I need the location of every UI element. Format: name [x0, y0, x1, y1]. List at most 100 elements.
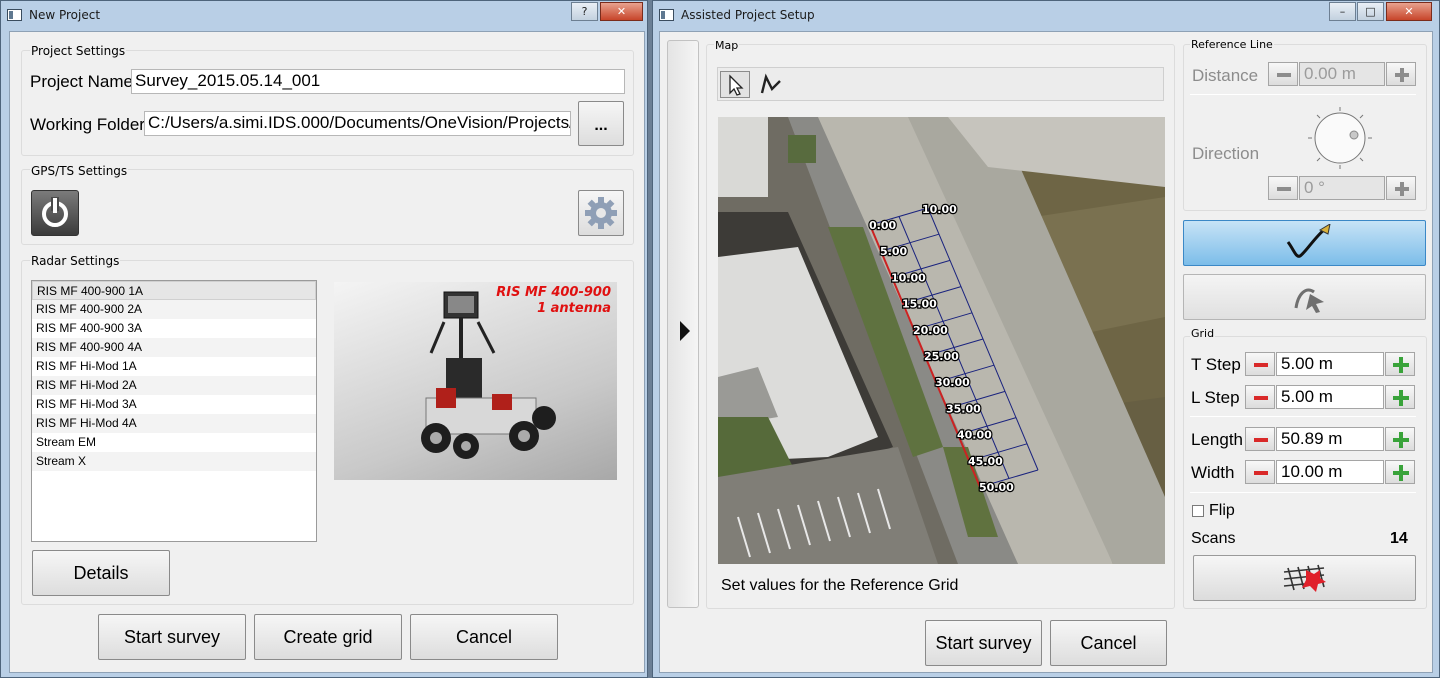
distance-spinbox: 0.00 m [1268, 62, 1416, 86]
gear-icon [585, 197, 617, 229]
width-spinbox[interactable]: 10.00 m [1245, 460, 1415, 484]
title-bar[interactable]: New Project ? ✕ [1, 1, 647, 31]
length-decrement[interactable] [1245, 427, 1275, 451]
grid-top-label: 10.00 [922, 203, 957, 216]
assisted-setup-client: Map 0.00 5.00 10.00 15.00 20.00 25.00 30… [659, 31, 1433, 673]
length-increment[interactable] [1385, 427, 1415, 451]
polyline-tool-button[interactable] [756, 71, 786, 98]
l-step-label: L Step [1191, 388, 1240, 407]
grid-separator-2 [1190, 492, 1416, 493]
create-grid-button[interactable]: Create grid [254, 614, 402, 660]
maximize-button[interactable]: □ [1357, 2, 1384, 21]
new-project-window: New Project ? ✕ Project Settings Project… [0, 0, 648, 678]
radar-list-item[interactable]: RIS MF Hi-Mod 4A [32, 414, 316, 433]
flip-checkbox[interactable] [1192, 505, 1204, 517]
expand-arrow-icon [680, 321, 690, 341]
browse-button-label: ... [594, 117, 608, 134]
minus-icon [1254, 363, 1268, 367]
start-survey-button[interactable]: Start survey [98, 614, 246, 660]
draw-reference-button[interactable] [1183, 220, 1426, 266]
window-title: Assisted Project Setup [681, 8, 815, 22]
distance-decrement [1268, 62, 1298, 86]
radar-list-item[interactable]: RIS MF 400-900 4A [32, 338, 316, 357]
l-step-increment[interactable] [1385, 385, 1415, 409]
window-title: New Project [29, 8, 101, 22]
pen-line-icon [1286, 224, 1331, 258]
map-status-text: Set values for the Reference Grid [721, 577, 959, 594]
scans-value: 14 [1390, 530, 1408, 547]
minus-icon [1254, 471, 1268, 475]
radar-list-item[interactable]: RIS MF 400-900 2A [32, 300, 316, 319]
width-increment[interactable] [1385, 460, 1415, 484]
side-panel-toggle[interactable] [667, 40, 699, 608]
map-canvas[interactable]: 0.00 5.00 10.00 15.00 20.00 25.00 30.00 35.00 40… [718, 117, 1165, 564]
title-bar[interactable]: Assisted Project Setup – □ ✕ [653, 1, 1439, 31]
select-tool-button[interactable] [720, 71, 750, 98]
radar-cart-illustration [421, 291, 556, 459]
length-spinbox[interactable]: 50.89 m [1245, 427, 1415, 451]
details-button[interactable]: Details [32, 550, 170, 596]
details-button-label: Details [73, 563, 129, 583]
assisted-setup-window: Assisted Project Setup – □ ✕ Map 0.00 5.… [652, 0, 1440, 678]
start-survey-button[interactable]: Start survey [925, 620, 1042, 666]
power-button[interactable] [31, 190, 79, 236]
reference-separator [1190, 94, 1416, 95]
direction-label: Direction [1192, 144, 1260, 163]
cancel-button[interactable]: Cancel [410, 614, 558, 660]
l-step-decrement[interactable] [1245, 385, 1275, 409]
radar-list-item[interactable]: RIS MF Hi-Mod 2A [32, 376, 316, 395]
working-folder-input[interactable]: C:/Users/a.simi.IDS.000/Documents/OneVis… [144, 111, 571, 136]
radar-list-item[interactable]: RIS MF Hi-Mod 1A [32, 357, 316, 376]
plus-icon [1393, 432, 1409, 448]
plus-icon [1395, 182, 1409, 196]
gps-settings-button[interactable] [578, 190, 624, 236]
radar-list-item[interactable]: RIS MF 400-900 3A [32, 319, 316, 338]
working-folder-label: Working Folder [30, 115, 145, 134]
width-decrement[interactable] [1245, 460, 1275, 484]
t-step-value[interactable]: 5.00 m [1276, 352, 1384, 376]
plus-icon [1393, 390, 1409, 406]
project-name-input[interactable]: Survey_2015.05.14_001 [131, 69, 625, 94]
project-name-label: Project Name [30, 72, 133, 91]
browse-button[interactable]: ... [578, 101, 624, 146]
distance-increment [1386, 62, 1416, 86]
minus-icon [1254, 396, 1268, 400]
t-step-spinbox[interactable]: 5.00 m [1245, 352, 1415, 376]
cancel-button[interactable]: Cancel [1050, 620, 1167, 666]
radar-list-item[interactable]: Stream X [32, 452, 316, 471]
l-step-value[interactable]: 5.00 m [1276, 385, 1384, 409]
close-button[interactable]: ✕ [600, 2, 643, 21]
close-button[interactable]: ✕ [1386, 2, 1432, 21]
reference-line-label: Reference Line [1190, 38, 1274, 51]
grid-label: 25.00 [924, 350, 959, 363]
radar-list-item[interactable]: Stream EM [32, 433, 316, 452]
direction-decrement [1268, 176, 1298, 200]
t-step-decrement[interactable] [1245, 352, 1275, 376]
flip-label[interactable]: Flip [1209, 502, 1235, 520]
minus-icon [1254, 438, 1268, 442]
direction-increment [1386, 176, 1416, 200]
radar-list[interactable]: RIS MF 400-900 1A RIS MF 400-900 2A RIS MF… [31, 280, 317, 542]
width-label: Width [1191, 463, 1235, 482]
radar-list-item[interactable]: RIS MF Hi-Mod 3A [32, 395, 316, 414]
edit-cursor-button[interactable] [1183, 274, 1426, 320]
grid-generate-button[interactable] [1193, 555, 1416, 601]
window-icon [7, 9, 22, 21]
help-button[interactable]: ? [571, 2, 598, 21]
t-step-increment[interactable] [1385, 352, 1415, 376]
grid-delete-icon [1283, 564, 1326, 592]
direction-value: 0 ° [1299, 176, 1385, 200]
radar-list-item[interactable]: RIS MF 400-900 1A [32, 281, 316, 300]
gps-settings-label: GPS/TS Settings [30, 164, 129, 178]
l-step-spinbox[interactable]: 5.00 m [1245, 385, 1415, 409]
length-value[interactable]: 50.89 m [1276, 427, 1384, 451]
scans-label: Scans [1191, 530, 1236, 547]
grid-label: 5.00 [880, 245, 907, 258]
grid-label: 15.00 [902, 298, 937, 311]
minimize-button[interactable]: – [1329, 2, 1356, 21]
project-settings-group [21, 50, 634, 156]
select-arrow-icon [729, 74, 744, 96]
width-value[interactable]: 10.00 m [1276, 460, 1384, 484]
direction-spinbox: 0 ° [1268, 176, 1416, 200]
window-icon [659, 9, 674, 21]
